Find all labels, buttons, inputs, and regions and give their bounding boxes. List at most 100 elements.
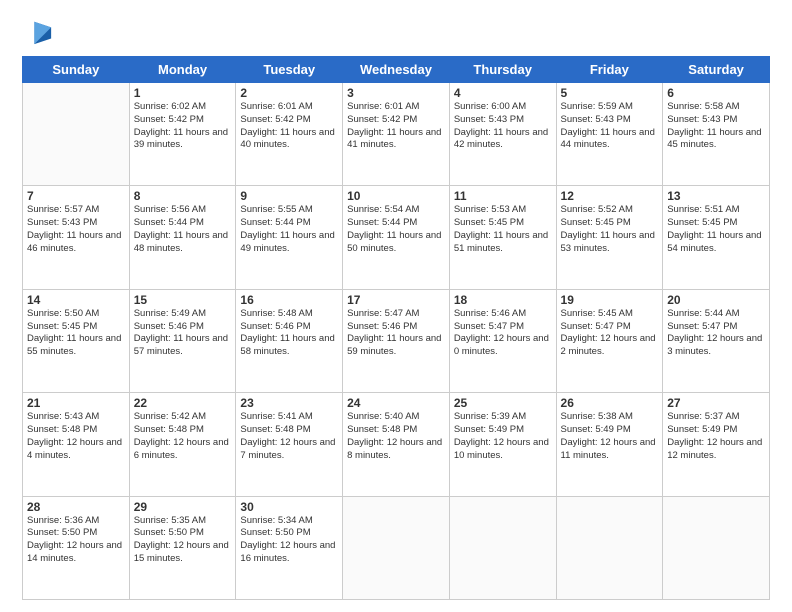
header [22, 18, 770, 46]
day-number: 16 [240, 293, 338, 307]
weekday-header-tuesday: Tuesday [236, 57, 343, 83]
calendar-week-5: 28Sunrise: 5:36 AMSunset: 5:50 PMDayligh… [23, 496, 770, 599]
calendar-table: SundayMondayTuesdayWednesdayThursdayFrid… [22, 56, 770, 600]
cell-details: Sunrise: 5:46 AMSunset: 5:47 PMDaylight:… [454, 308, 552, 359]
cell-details: Sunrise: 5:55 AMSunset: 5:44 PMDaylight:… [240, 204, 338, 255]
calendar-cell: 16Sunrise: 5:48 AMSunset: 5:46 PMDayligh… [236, 289, 343, 392]
day-number: 15 [134, 293, 232, 307]
calendar-cell: 23Sunrise: 5:41 AMSunset: 5:48 PMDayligh… [236, 393, 343, 496]
calendar-cell: 25Sunrise: 5:39 AMSunset: 5:49 PMDayligh… [449, 393, 556, 496]
calendar-cell: 20Sunrise: 5:44 AMSunset: 5:47 PMDayligh… [663, 289, 770, 392]
calendar-week-4: 21Sunrise: 5:43 AMSunset: 5:48 PMDayligh… [23, 393, 770, 496]
cell-details: Sunrise: 5:54 AMSunset: 5:44 PMDaylight:… [347, 204, 445, 255]
calendar-cell [23, 83, 130, 186]
day-number: 9 [240, 189, 338, 203]
calendar-cell: 30Sunrise: 5:34 AMSunset: 5:50 PMDayligh… [236, 496, 343, 599]
day-number: 18 [454, 293, 552, 307]
calendar-cell: 24Sunrise: 5:40 AMSunset: 5:48 PMDayligh… [343, 393, 450, 496]
day-number: 12 [561, 189, 659, 203]
cell-details: Sunrise: 5:45 AMSunset: 5:47 PMDaylight:… [561, 308, 659, 359]
cell-details: Sunrise: 5:49 AMSunset: 5:46 PMDaylight:… [134, 308, 232, 359]
calendar-cell: 27Sunrise: 5:37 AMSunset: 5:49 PMDayligh… [663, 393, 770, 496]
cell-details: Sunrise: 5:51 AMSunset: 5:45 PMDaylight:… [667, 204, 765, 255]
logo [22, 22, 53, 46]
weekday-header-monday: Monday [129, 57, 236, 83]
day-number: 3 [347, 86, 445, 100]
day-number: 19 [561, 293, 659, 307]
calendar-cell: 3Sunrise: 6:01 AMSunset: 5:42 PMDaylight… [343, 83, 450, 186]
weekday-header-sunday: Sunday [23, 57, 130, 83]
day-number: 29 [134, 500, 232, 514]
calendar-cell: 1Sunrise: 6:02 AMSunset: 5:42 PMDaylight… [129, 83, 236, 186]
day-number: 8 [134, 189, 232, 203]
calendar-week-1: 1Sunrise: 6:02 AMSunset: 5:42 PMDaylight… [23, 83, 770, 186]
day-number: 4 [454, 86, 552, 100]
cell-details: Sunrise: 5:40 AMSunset: 5:48 PMDaylight:… [347, 411, 445, 462]
day-number: 6 [667, 86, 765, 100]
cell-details: Sunrise: 5:56 AMSunset: 5:44 PMDaylight:… [134, 204, 232, 255]
cell-details: Sunrise: 6:02 AMSunset: 5:42 PMDaylight:… [134, 101, 232, 152]
cell-details: Sunrise: 5:42 AMSunset: 5:48 PMDaylight:… [134, 411, 232, 462]
cell-details: Sunrise: 5:39 AMSunset: 5:49 PMDaylight:… [454, 411, 552, 462]
calendar-cell: 11Sunrise: 5:53 AMSunset: 5:45 PMDayligh… [449, 186, 556, 289]
calendar-cell: 12Sunrise: 5:52 AMSunset: 5:45 PMDayligh… [556, 186, 663, 289]
calendar-cell [556, 496, 663, 599]
logo-icon [25, 18, 53, 46]
weekday-header-wednesday: Wednesday [343, 57, 450, 83]
cell-details: Sunrise: 5:37 AMSunset: 5:49 PMDaylight:… [667, 411, 765, 462]
day-number: 7 [27, 189, 125, 203]
day-number: 24 [347, 396, 445, 410]
calendar-cell: 9Sunrise: 5:55 AMSunset: 5:44 PMDaylight… [236, 186, 343, 289]
day-number: 2 [240, 86, 338, 100]
cell-details: Sunrise: 5:53 AMSunset: 5:45 PMDaylight:… [454, 204, 552, 255]
cell-details: Sunrise: 5:47 AMSunset: 5:46 PMDaylight:… [347, 308, 445, 359]
page: SundayMondayTuesdayWednesdayThursdayFrid… [0, 0, 792, 612]
cell-details: Sunrise: 6:00 AMSunset: 5:43 PMDaylight:… [454, 101, 552, 152]
calendar-cell: 14Sunrise: 5:50 AMSunset: 5:45 PMDayligh… [23, 289, 130, 392]
calendar-cell: 13Sunrise: 5:51 AMSunset: 5:45 PMDayligh… [663, 186, 770, 289]
day-number: 13 [667, 189, 765, 203]
cell-details: Sunrise: 5:34 AMSunset: 5:50 PMDaylight:… [240, 515, 338, 566]
day-number: 28 [27, 500, 125, 514]
cell-details: Sunrise: 5:38 AMSunset: 5:49 PMDaylight:… [561, 411, 659, 462]
day-number: 10 [347, 189, 445, 203]
cell-details: Sunrise: 6:01 AMSunset: 5:42 PMDaylight:… [240, 101, 338, 152]
day-number: 23 [240, 396, 338, 410]
cell-details: Sunrise: 5:36 AMSunset: 5:50 PMDaylight:… [27, 515, 125, 566]
weekday-header-friday: Friday [556, 57, 663, 83]
cell-details: Sunrise: 5:57 AMSunset: 5:43 PMDaylight:… [27, 204, 125, 255]
day-number: 26 [561, 396, 659, 410]
day-number: 27 [667, 396, 765, 410]
calendar-week-2: 7Sunrise: 5:57 AMSunset: 5:43 PMDaylight… [23, 186, 770, 289]
day-number: 5 [561, 86, 659, 100]
calendar-cell: 19Sunrise: 5:45 AMSunset: 5:47 PMDayligh… [556, 289, 663, 392]
calendar-cell: 29Sunrise: 5:35 AMSunset: 5:50 PMDayligh… [129, 496, 236, 599]
calendar-cell: 6Sunrise: 5:58 AMSunset: 5:43 PMDaylight… [663, 83, 770, 186]
cell-details: Sunrise: 5:59 AMSunset: 5:43 PMDaylight:… [561, 101, 659, 152]
calendar-cell: 21Sunrise: 5:43 AMSunset: 5:48 PMDayligh… [23, 393, 130, 496]
day-number: 21 [27, 396, 125, 410]
cell-details: Sunrise: 5:58 AMSunset: 5:43 PMDaylight:… [667, 101, 765, 152]
cell-details: Sunrise: 5:48 AMSunset: 5:46 PMDaylight:… [240, 308, 338, 359]
day-number: 30 [240, 500, 338, 514]
calendar-week-3: 14Sunrise: 5:50 AMSunset: 5:45 PMDayligh… [23, 289, 770, 392]
cell-details: Sunrise: 5:52 AMSunset: 5:45 PMDaylight:… [561, 204, 659, 255]
weekday-header-saturday: Saturday [663, 57, 770, 83]
day-number: 11 [454, 189, 552, 203]
weekday-header-thursday: Thursday [449, 57, 556, 83]
cell-details: Sunrise: 5:35 AMSunset: 5:50 PMDaylight:… [134, 515, 232, 566]
cell-details: Sunrise: 6:01 AMSunset: 5:42 PMDaylight:… [347, 101, 445, 152]
calendar-cell: 2Sunrise: 6:01 AMSunset: 5:42 PMDaylight… [236, 83, 343, 186]
calendar-cell [449, 496, 556, 599]
calendar-cell: 10Sunrise: 5:54 AMSunset: 5:44 PMDayligh… [343, 186, 450, 289]
calendar-cell: 17Sunrise: 5:47 AMSunset: 5:46 PMDayligh… [343, 289, 450, 392]
day-number: 1 [134, 86, 232, 100]
day-number: 20 [667, 293, 765, 307]
calendar-cell: 18Sunrise: 5:46 AMSunset: 5:47 PMDayligh… [449, 289, 556, 392]
calendar-cell: 22Sunrise: 5:42 AMSunset: 5:48 PMDayligh… [129, 393, 236, 496]
day-number: 14 [27, 293, 125, 307]
calendar-cell: 8Sunrise: 5:56 AMSunset: 5:44 PMDaylight… [129, 186, 236, 289]
cell-details: Sunrise: 5:41 AMSunset: 5:48 PMDaylight:… [240, 411, 338, 462]
day-number: 17 [347, 293, 445, 307]
calendar-cell: 5Sunrise: 5:59 AMSunset: 5:43 PMDaylight… [556, 83, 663, 186]
